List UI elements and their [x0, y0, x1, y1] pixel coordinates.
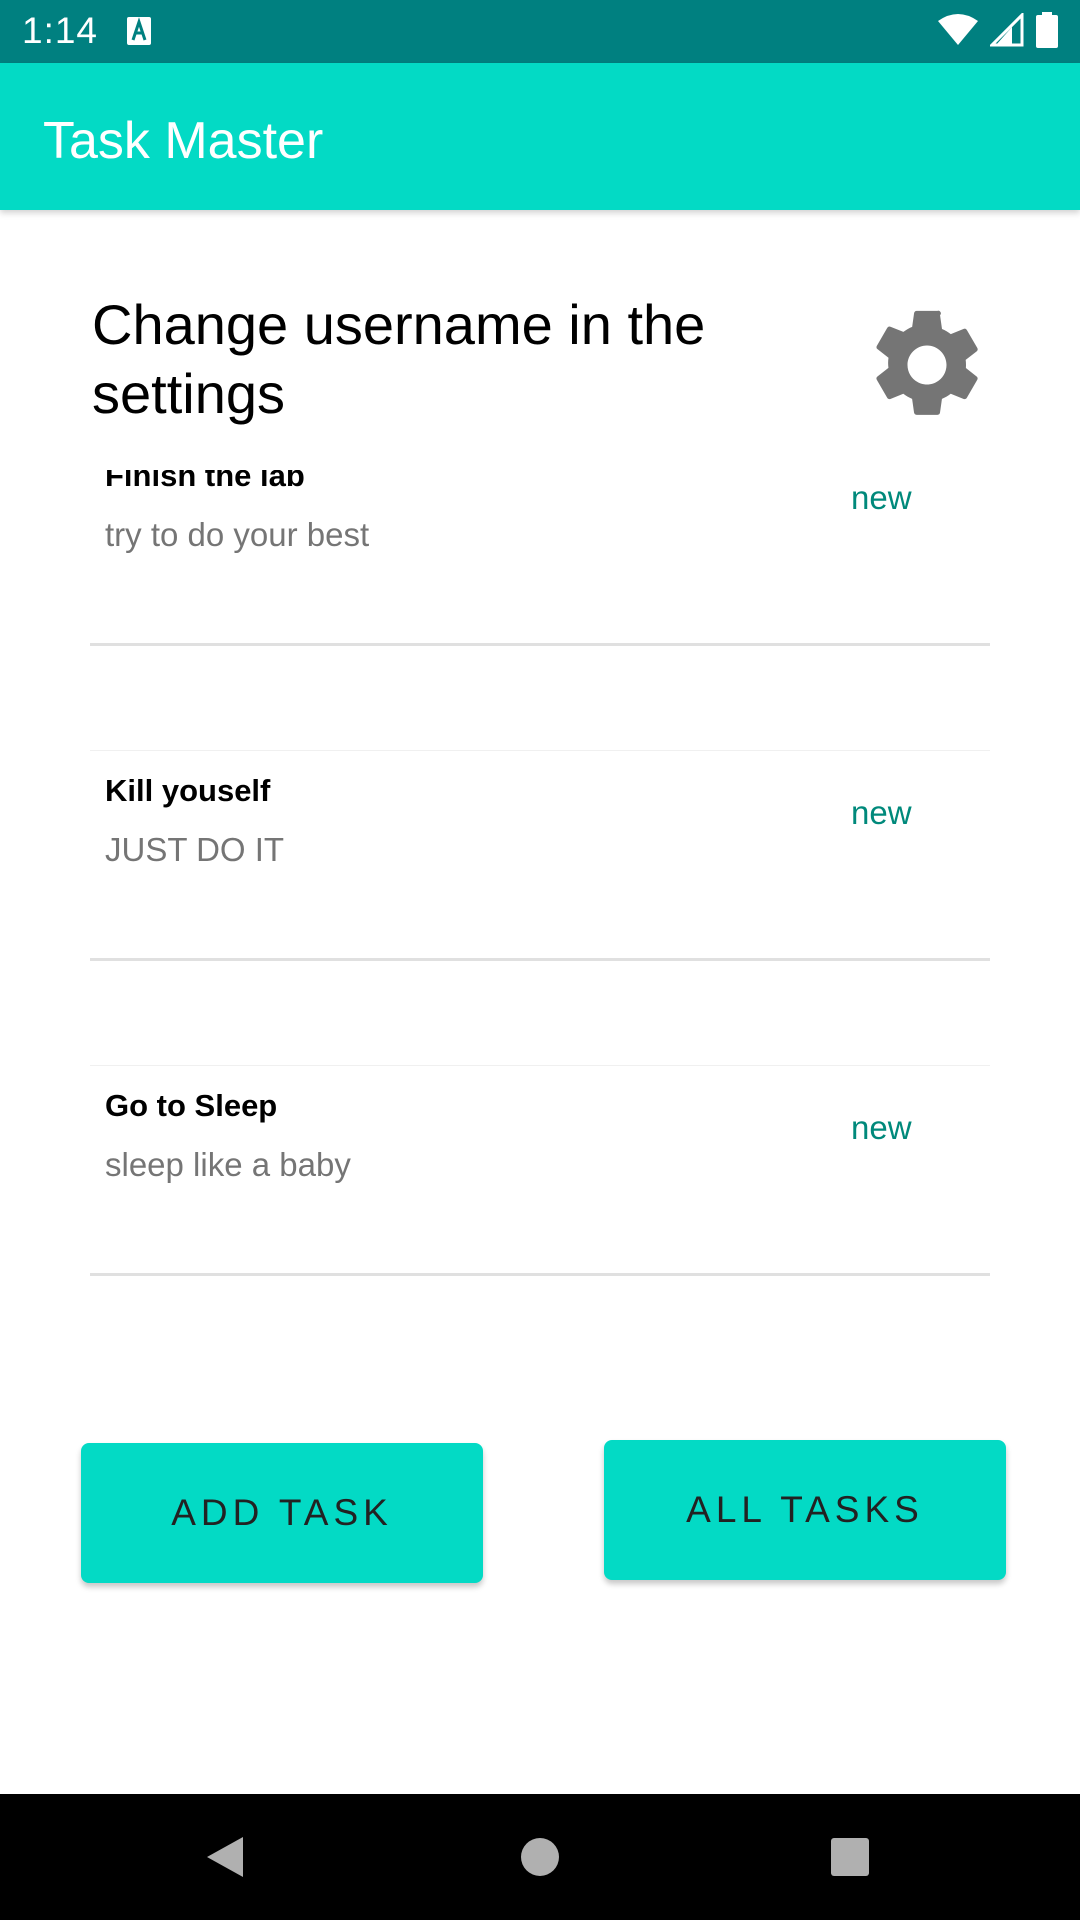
- add-task-button[interactable]: ADD TASK: [81, 1443, 483, 1583]
- task-item[interactable]: Kill youself JUST DO IT new: [90, 750, 990, 961]
- username-prompt: Change username in the settings: [92, 293, 706, 425]
- all-tasks-button[interactable]: ALL TASKS: [604, 1440, 1006, 1580]
- task-item[interactable]: Finish the lab try to do your best new: [90, 470, 990, 646]
- app-bar: Task Master: [0, 63, 1080, 210]
- task-body: JUST DO IT: [105, 831, 285, 868]
- task-item[interactable]: Go to Sleep sleep like a baby new: [90, 1065, 990, 1276]
- back-icon: [203, 1833, 247, 1886]
- navigation-bar: [0, 1794, 1080, 1920]
- task-title: Finish the lab: [105, 470, 305, 493]
- task-title: Kill youself: [105, 773, 271, 808]
- task-status: new: [851, 794, 912, 831]
- task-title: Go to Sleep: [105, 1088, 278, 1123]
- status-time: 1:14: [22, 10, 99, 51]
- wifi-icon: [938, 13, 978, 52]
- battery-icon: [1036, 12, 1058, 53]
- task-body: sleep like a baby: [105, 1146, 351, 1183]
- task-list[interactable]: Finish the lab try to do your best new K…: [90, 470, 990, 1330]
- recents-button[interactable]: [815, 1824, 885, 1894]
- cell-signal-icon: [988, 11, 1024, 52]
- a-notification-icon: [126, 16, 152, 51]
- home-icon: [519, 1836, 561, 1883]
- status-icons: [938, 11, 1058, 53]
- task-status: new: [851, 1109, 912, 1146]
- settings-button[interactable]: [860, 300, 994, 434]
- task-status: new: [851, 479, 912, 516]
- task-body: try to do your best: [105, 516, 370, 553]
- gear-icon: [862, 300, 992, 435]
- app-title: Task Master: [43, 112, 324, 170]
- home-button[interactable]: [505, 1824, 575, 1894]
- recents-icon: [829, 1836, 871, 1883]
- back-button[interactable]: [190, 1824, 260, 1894]
- status-bar: 1:14: [0, 0, 1080, 63]
